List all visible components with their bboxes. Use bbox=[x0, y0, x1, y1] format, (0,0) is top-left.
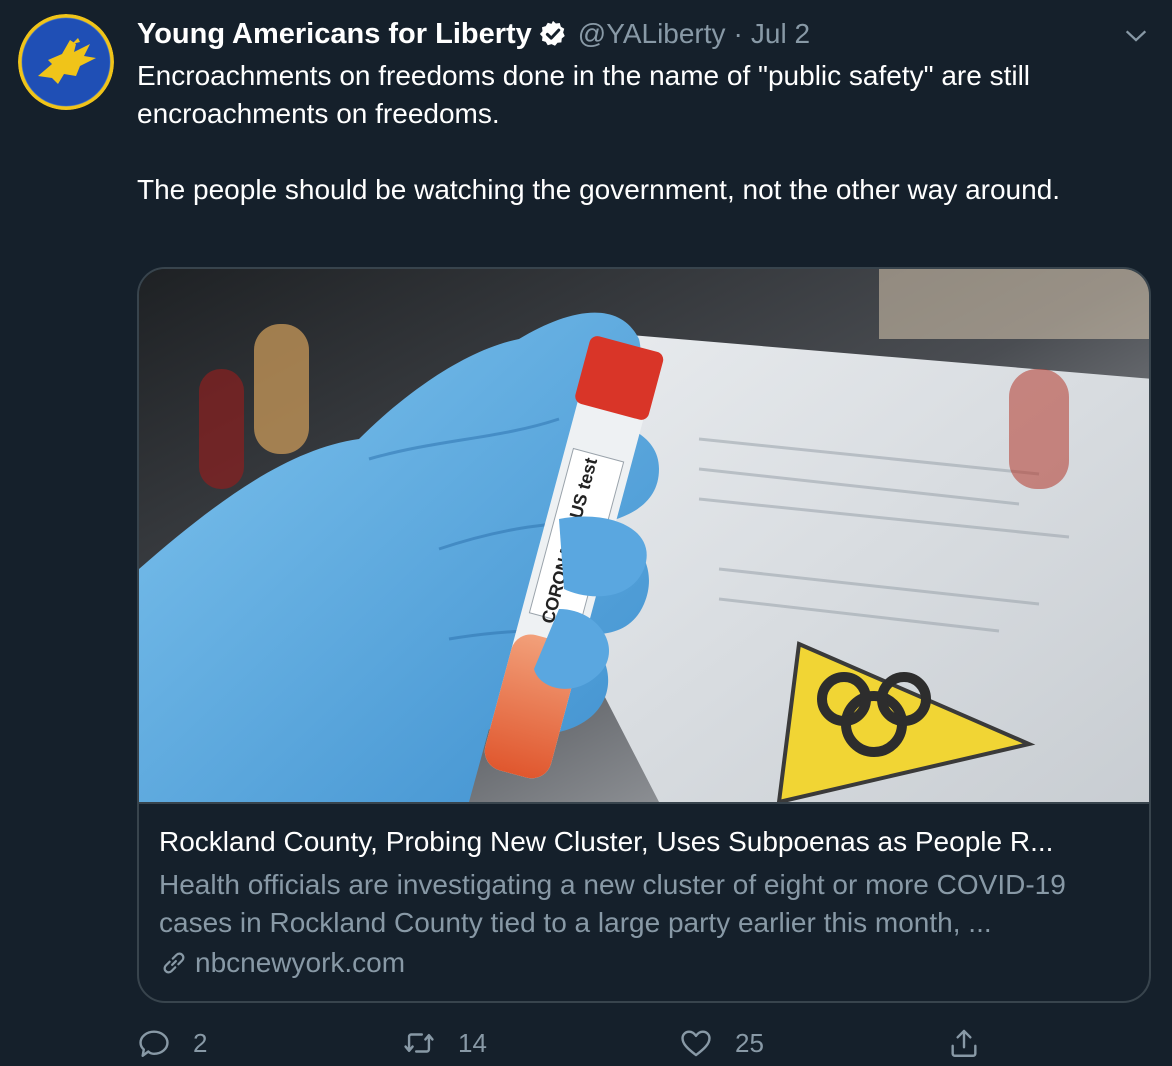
reply-count: 2 bbox=[193, 1027, 208, 1058]
like-count: 25 bbox=[735, 1027, 764, 1058]
card-divider bbox=[139, 802, 1149, 804]
card-title[interactable]: Rockland County, Probing New Cluster, Us… bbox=[159, 823, 1134, 861]
tweet-paragraph: Encroachments on freedoms done in the na… bbox=[137, 60, 1031, 129]
share-button[interactable] bbox=[947, 1026, 1003, 1060]
like-button[interactable]: 25 bbox=[679, 1026, 764, 1060]
chevron-down-icon[interactable] bbox=[1122, 22, 1150, 50]
card-description: Health officials are investigating a new… bbox=[159, 869, 1066, 938]
action-bar: 2 14 25 bbox=[137, 1024, 1151, 1066]
card-domain[interactable]: nbcnewyork.com bbox=[159, 944, 405, 982]
tweet-date[interactable]: Jul 2 bbox=[751, 18, 810, 50]
heart-icon bbox=[681, 1030, 711, 1057]
tweet-header: Young Americans for Liberty @YALiberty ·… bbox=[137, 14, 810, 54]
reply-icon bbox=[139, 1030, 169, 1057]
avatar[interactable] bbox=[18, 14, 114, 110]
author-name[interactable]: Young Americans for Liberty bbox=[137, 18, 532, 51]
retweet-count: 14 bbox=[458, 1027, 487, 1058]
card-domain-text: nbcnewyork.com bbox=[195, 947, 406, 978]
retweet-icon bbox=[404, 1033, 434, 1053]
author-handle[interactable]: @YALiberty bbox=[578, 18, 726, 50]
retweet-button[interactable]: 14 bbox=[402, 1026, 487, 1060]
reply-button[interactable]: 2 bbox=[137, 1026, 207, 1060]
separator: · bbox=[733, 18, 743, 49]
card-image[interactable]: CORONAVIRUS test bbox=[139, 269, 1151, 802]
link-icon bbox=[163, 952, 185, 974]
link-card[interactable]: CORONAVIRUS test Rockland County, Probin… bbox=[137, 267, 1151, 1003]
share-icon bbox=[951, 1029, 977, 1057]
yal-logo bbox=[18, 14, 114, 110]
tweet-text: Encroachments on freedoms done in the na… bbox=[137, 57, 1147, 209]
tweet-paragraph: The people should be watching the govern… bbox=[137, 174, 1061, 205]
verified-badge-icon bbox=[539, 20, 565, 46]
